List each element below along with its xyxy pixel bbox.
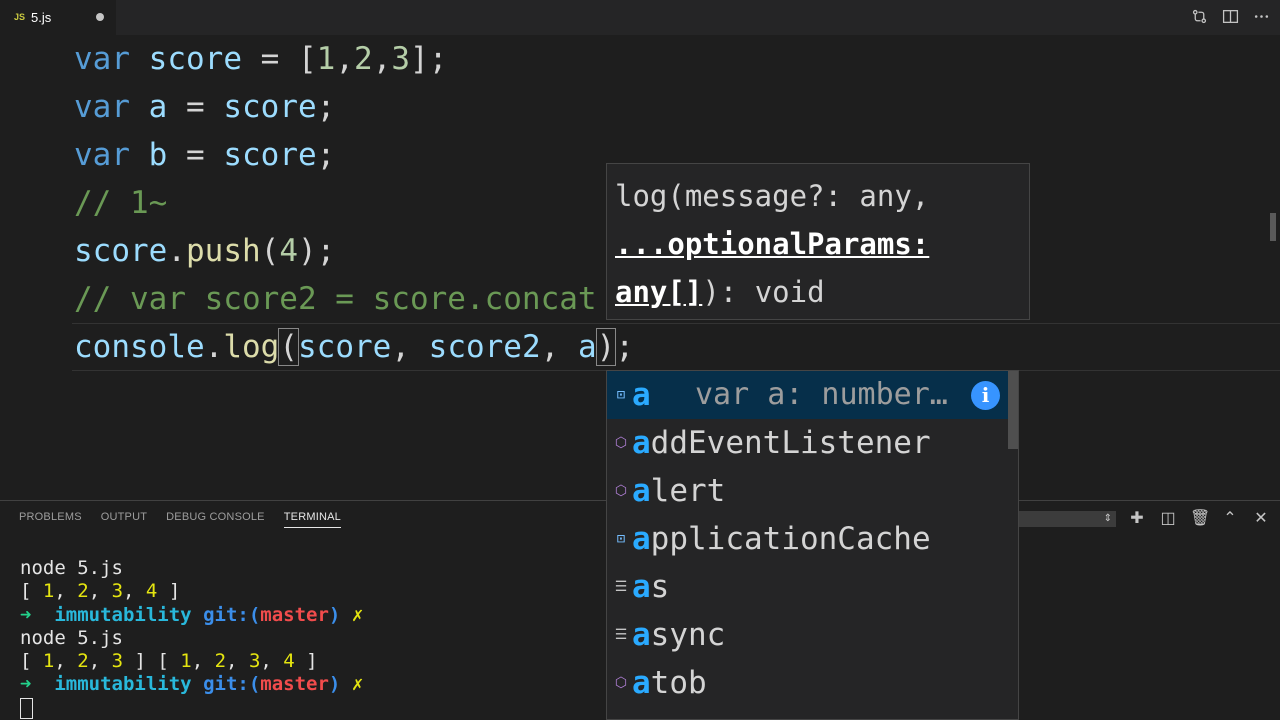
method-icon: ⬡ [614, 483, 628, 499]
keyword-icon: ☰ [614, 627, 628, 643]
panel-tabs: PROBLEMS OUTPUT DEBUG CONSOLE TERMINAL [19, 511, 360, 528]
tab-problems[interactable]: PROBLEMS [19, 511, 82, 528]
tab-output[interactable]: OUTPUT [101, 511, 147, 528]
variable-icon: ⊡ [616, 387, 626, 403]
code-line-2[interactable]: var a = score; [74, 83, 335, 131]
terminal-line: [ 1, 2, 3, 4 ] [20, 580, 181, 603]
suggestion-detail: var a: number… [695, 377, 948, 412]
signature-help: log(message?: any, ...optionalParams: an… [606, 163, 1030, 320]
signature-line-2: ...optionalParams: [615, 220, 1021, 268]
method-icon: ⬡ [614, 435, 628, 451]
tab-label: 5.js [31, 10, 52, 25]
terminal-line: node 5.js [20, 626, 123, 649]
javascript-file-icon: JS [14, 12, 26, 22]
panel-actions: ✚ ◫ 🗑 ⌃ ✕ [1128, 510, 1270, 528]
suggestion-item[interactable]: ⬡ atob [607, 659, 1018, 707]
editor-scrollbar[interactable] [1266, 35, 1280, 500]
tab-debug-console[interactable]: DEBUG CONSOLE [166, 511, 265, 528]
method-icon: ⬡ [614, 675, 628, 691]
keyword-icon: ☰ [614, 579, 628, 595]
code-line-4[interactable]: // 1~ [74, 179, 167, 227]
suggestion-item[interactable]: ⬡ addEventListener [607, 419, 1018, 467]
suggest-scrollbar[interactable] [1008, 371, 1018, 449]
maximize-panel-icon[interactable]: ⌃ [1221, 510, 1239, 528]
signature-line-1: log(message?: any, [615, 179, 930, 213]
tab-5js[interactable]: JS 5.js [0, 0, 116, 35]
new-terminal-icon[interactable]: ✚ [1128, 510, 1146, 528]
tab-terminal[interactable]: TERMINAL [283, 511, 341, 528]
terminal-line: node 5.js [20, 557, 123, 579]
suggestion-item[interactable]: ☰ async [607, 611, 1018, 659]
code-line-1[interactable]: var score = [1,2,3]; [74, 35, 447, 83]
terminal-prompt: ➜ immutability git:(master) ✗ [20, 603, 364, 626]
code-line-7[interactable]: console.log(score, score2, a); [74, 323, 634, 371]
editor-tab-bar: JS 5.js [0, 0, 1280, 35]
terminal-line: [ 1, 2, 3 ] [ 1, 2, 3, 4 ] [20, 650, 318, 673]
editor-actions [1191, 8, 1270, 25]
suggestion-item[interactable]: ⬡ alert [607, 467, 1018, 515]
terminal-cursor [20, 697, 33, 719]
signature-line-3: any[]): void [615, 275, 825, 309]
code-line-6[interactable]: // var score2 = score.concat [74, 275, 597, 323]
terminal-select[interactable]: ⇕ [1018, 511, 1116, 527]
active-parameter: ...optionalParams: [615, 227, 930, 261]
unsaved-dot-icon[interactable] [96, 13, 104, 21]
suggestion-item[interactable]: ☰ as [607, 563, 1018, 611]
kill-terminal-icon[interactable]: 🗑 [1190, 510, 1210, 528]
split-editor-icon[interactable] [1222, 8, 1239, 25]
suggestion-item[interactable]: ⊡ a var a: number… i [607, 371, 1018, 419]
variable-icon: ⊡ [616, 531, 626, 547]
editor-scroll-thumb[interactable] [1270, 213, 1276, 241]
close-panel-icon[interactable]: ✕ [1252, 510, 1270, 528]
code-line-5[interactable]: score.push(4); [74, 227, 335, 275]
open-changes-icon[interactable] [1191, 8, 1208, 25]
more-actions-icon[interactable] [1253, 8, 1270, 25]
active-parameter-type: any[] [615, 275, 703, 309]
split-terminal-icon[interactable]: ◫ [1159, 510, 1177, 528]
suggestion-item[interactable]: ⊡ applicationCache [607, 515, 1018, 563]
suggest-widget: ⊡ a var a: number… i ⬡ addEventListener … [606, 370, 1019, 720]
code-line-3[interactable]: var b = score; [74, 131, 335, 179]
select-arrows-icon: ⇕ [1103, 513, 1112, 524]
terminal-prompt: ➜ immutability git:(master) ✗ [20, 673, 364, 696]
terminal-output[interactable]: node 5.js [ 1, 2, 3, 4 ] ➜ immutability … [20, 557, 363, 720]
info-icon[interactable]: i [971, 381, 1000, 410]
